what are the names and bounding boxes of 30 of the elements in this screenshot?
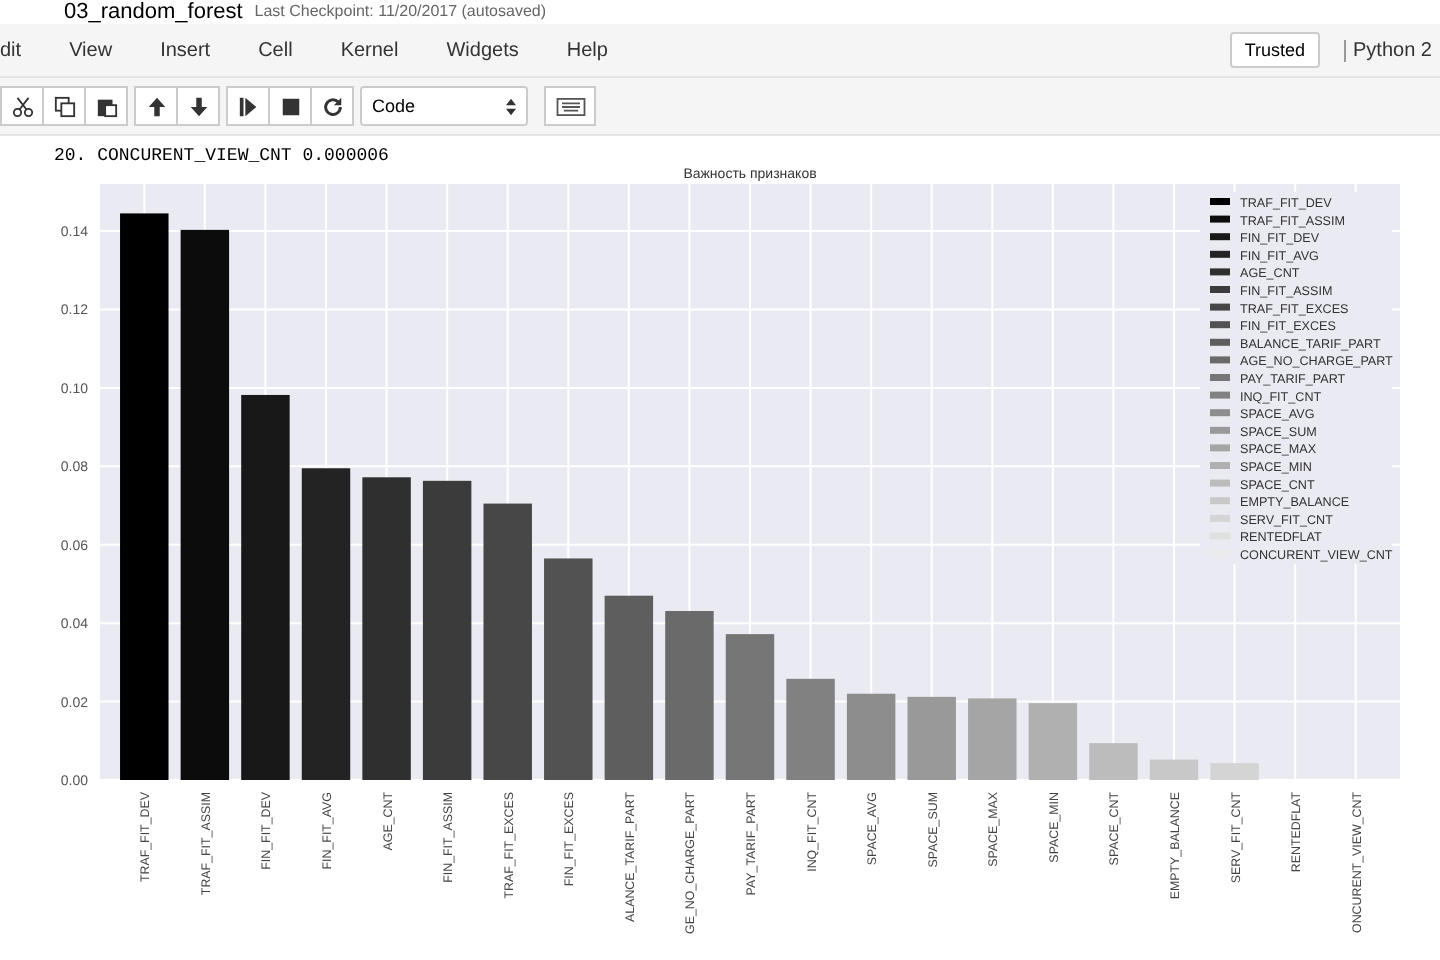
menu-item[interactable]: Cell [234,39,317,61]
menu-item[interactable]: Kernel [316,39,423,61]
menu-item[interactable]: View [45,39,137,61]
cut-icon[interactable] [0,86,44,126]
stop-icon[interactable] [268,86,312,126]
trusted-indicator[interactable]: Trusted [1230,32,1320,68]
bar [786,678,835,780]
cell-type-dropdown[interactable]: Code [360,86,528,126]
menu-item[interactable]: Insert [136,39,235,61]
copy-icon[interactable] [42,86,86,126]
keyboard-icon[interactable] [544,86,596,126]
bar [907,696,956,780]
bar [1028,703,1078,780]
bar [1210,763,1259,780]
arrow-up-icon[interactable] [134,86,178,126]
arrow-down-icon[interactable] [176,86,220,126]
bar [968,698,1017,780]
restart-icon[interactable] [310,86,354,126]
bar [846,693,896,780]
paste-icon[interactable] [84,86,128,126]
notebook-name[interactable]: 03_random_forest [64,0,243,24]
bar [1089,743,1138,780]
menu-item[interactable]: dit [0,39,46,61]
caret-icon [506,97,516,115]
run-icon[interactable] [226,86,270,126]
kernel-name: Python 2 [1343,39,1432,61]
output-text: 20. CONCURENT_VIEW_CNT 0.000006 [52,144,391,168]
menu-item[interactable]: Help [542,39,632,61]
checkpoint-status: Last Checkpoint: 11/20/2017 (autosaved) [254,0,547,24]
menu-item[interactable]: Widgets [422,39,543,61]
